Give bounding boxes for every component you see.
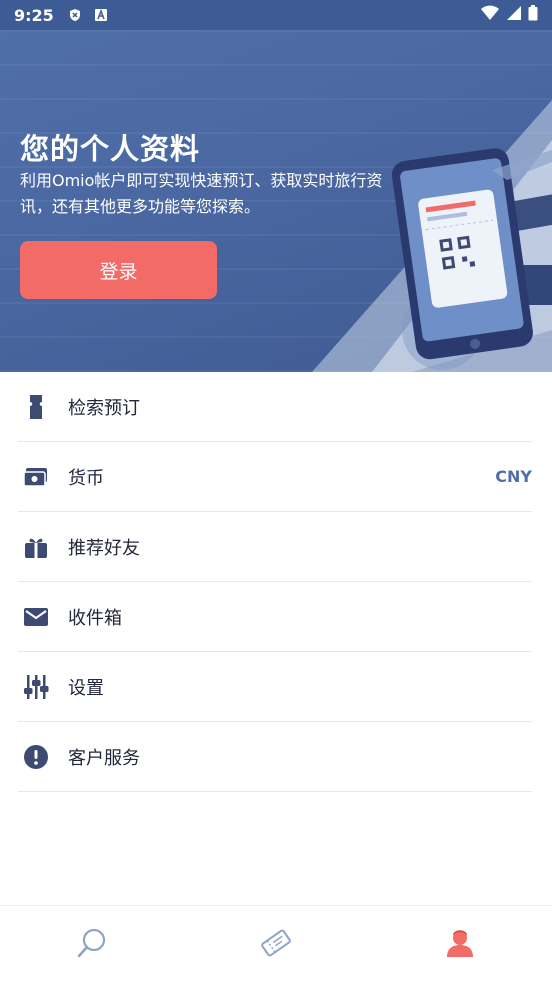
wifi-icon (480, 5, 500, 25)
menu-item-currency[interactable]: 货币 CNY (18, 442, 532, 512)
menu-item-settings[interactable]: 设置 (18, 652, 532, 722)
menu-item-bookings[interactable]: 检索预订 (18, 372, 532, 442)
nav-search[interactable] (0, 906, 184, 983)
tickets-icon (259, 926, 293, 964)
currency-value: CNY (495, 467, 532, 486)
search-icon (76, 927, 108, 963)
nav-tickets[interactable] (184, 906, 368, 983)
nav-profile[interactable] (368, 906, 552, 983)
login-button[interactable]: 登录 (20, 241, 217, 299)
shield-icon (68, 8, 82, 22)
ticket-icon (18, 389, 54, 425)
menu-item-label: 货币 (68, 467, 104, 489)
profile-menu: 检索预订 货币 CNY 推荐好友 收件箱 设置 客户服务 (18, 372, 532, 792)
menu-item-label: 客户服务 (68, 747, 140, 769)
bottom-navigation (0, 905, 552, 983)
mail-icon (18, 599, 54, 635)
header-description: 利用Omio帐户即可实现快速预订、获取实时旅行资讯，还有其他更多功能等您探索。 (20, 171, 383, 216)
gift-icon (18, 529, 54, 565)
alert-icon (18, 739, 54, 775)
menu-item-inbox[interactable]: 收件箱 (18, 582, 532, 652)
sliders-icon (18, 669, 54, 705)
menu-item-refer-friends[interactable]: 推荐好友 (18, 512, 532, 582)
menu-item-customer-service[interactable]: 客户服务 (18, 722, 532, 792)
menu-item-label: 推荐好友 (68, 537, 140, 559)
menu-item-label: 收件箱 (68, 607, 122, 629)
status-bar: 9:25 (0, 0, 552, 30)
profile-icon (444, 927, 476, 963)
menu-item-label: 检索预订 (68, 397, 140, 419)
wallet-icon (18, 459, 54, 495)
page-title: 您的个人资料 (20, 132, 201, 166)
signal-icon (506, 5, 522, 25)
profile-header: 您的个人资料 利用Omio帐户即可实现快速预订、获取实时旅行资讯，还有其他更多功… (0, 30, 552, 372)
menu-item-label: 设置 (68, 677, 104, 699)
a-icon (94, 8, 108, 22)
battery-icon (528, 5, 538, 25)
status-time: 9:25 (14, 5, 54, 25)
